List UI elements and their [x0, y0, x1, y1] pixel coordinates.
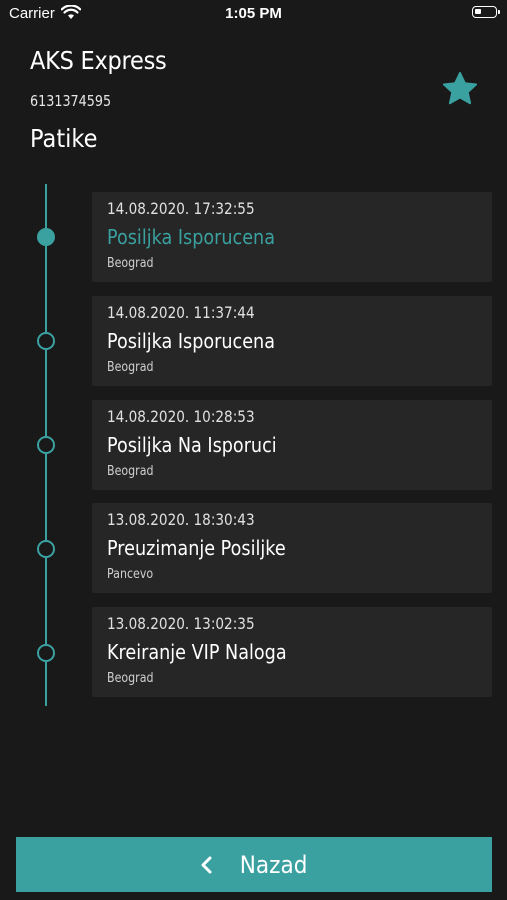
tracking-event-card[interactable]: 14.08.2020. 11:37:44 Posiljka Isporucena… — [92, 296, 492, 386]
tracking-event-card[interactable]: 14.08.2020. 10:28:53 Posiljka Na Isporuc… — [92, 400, 492, 490]
event-city: Beograd — [107, 360, 154, 375]
timeline-dot — [37, 540, 55, 558]
company-name: AKS Express — [30, 46, 167, 75]
event-status: Posiljka Isporucena — [107, 329, 275, 353]
star-icon[interactable] — [441, 70, 479, 108]
back-button[interactable]: Nazad — [16, 837, 492, 892]
event-city: Beograd — [107, 256, 154, 271]
clock: 1:05 PM — [225, 5, 282, 22]
event-date: 14.08.2020. 17:32:55 — [107, 199, 255, 218]
timeline-dot — [37, 644, 55, 662]
event-status: Posiljka Na Isporuci — [107, 433, 277, 457]
package-name: Patike — [30, 124, 98, 153]
timeline-dot — [37, 436, 55, 454]
tracking-event-card[interactable]: 14.08.2020. 17:32:55 Posiljka Isporucena… — [92, 192, 492, 282]
back-button-label: Nazad — [240, 850, 308, 879]
event-status: Preuzimanje Posiljke — [107, 536, 286, 560]
tracking-event-card[interactable]: 13.08.2020. 13:02:35 Kreiranje VIP Nalog… — [92, 607, 492, 697]
event-city: Beograd — [107, 464, 154, 479]
event-city: Pancevo — [107, 567, 154, 582]
event-date: 13.08.2020. 18:30:43 — [107, 510, 255, 529]
event-status: Posiljka Isporucena — [107, 225, 275, 249]
event-city: Beograd — [107, 671, 154, 686]
chevron-left-icon — [196, 854, 218, 876]
event-date: 13.08.2020. 13:02:35 — [107, 614, 255, 633]
event-status: Kreiranje VIP Naloga — [107, 640, 287, 664]
event-date: 14.08.2020. 11:37:44 — [107, 303, 255, 322]
tracking-number: 6131374595 — [30, 92, 112, 110]
timeline-dot-active — [37, 228, 55, 246]
battery-icon — [472, 6, 500, 18]
event-date: 14.08.2020. 10:28:53 — [107, 407, 255, 426]
tracking-event-card[interactable]: 13.08.2020. 18:30:43 Preuzimanje Posiljk… — [92, 503, 492, 593]
timeline-dot — [37, 332, 55, 350]
status-bar: Carrier 1:05 PM — [0, 0, 507, 28]
